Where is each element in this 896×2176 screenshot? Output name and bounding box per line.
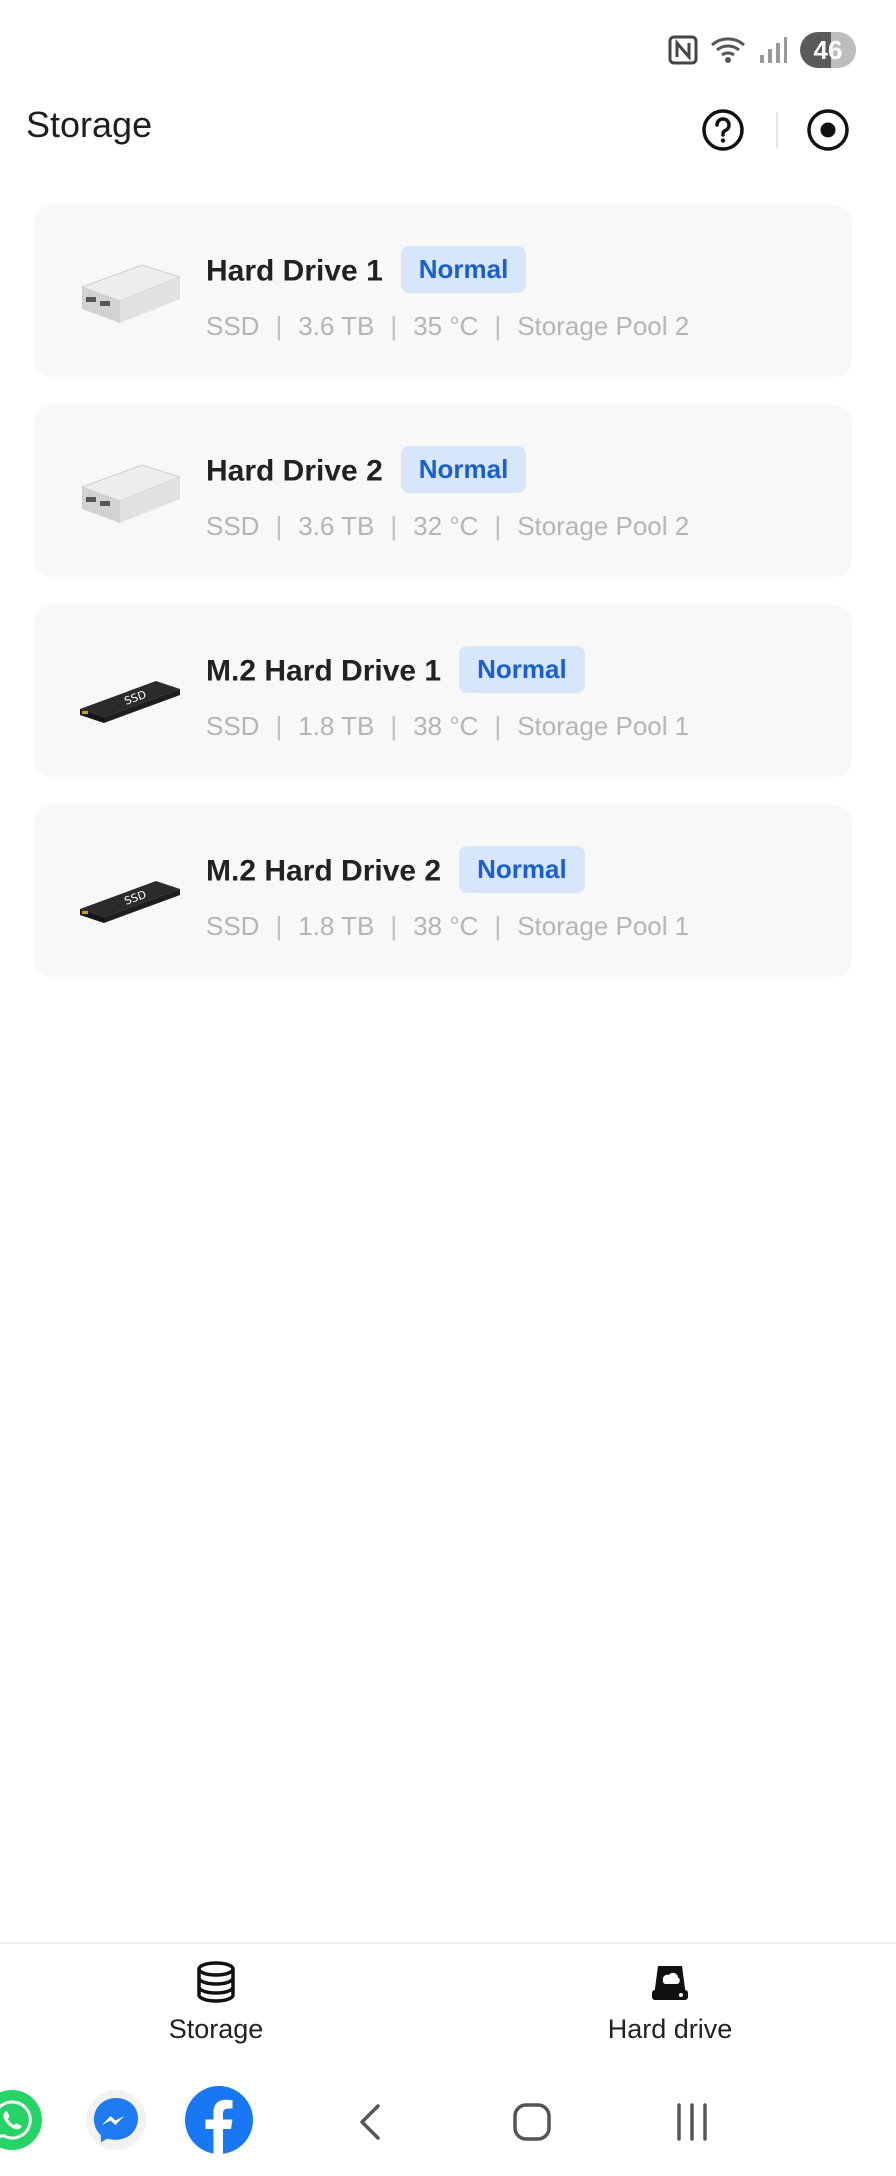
drive-card-hard-drive-2[interactable]: Hard Drive 2 Normal SSD | 3.6 TB | 32 °C | Stor… [34, 405, 852, 577]
sata-drive-image [80, 464, 182, 523]
drive-name: M.2 Hard Drive 1 Normal [206, 646, 585, 696]
m2-drive-image: SSD [80, 881, 180, 923]
separator: | [390, 911, 398, 941]
nav-label-hard-drive: Hard drive [607, 2014, 733, 2044]
separator: | [390, 511, 398, 541]
database-icon [197, 1961, 235, 2003]
drive-name: Hard Drive 2 Normal [206, 446, 527, 496]
bottom-nav: Storage Hard drive [0, 1942, 896, 2062]
drive-capacity: 1.8 TB [298, 911, 375, 941]
recents-button[interactable] [662, 2092, 722, 2152]
drive-name: Hard Drive 1 Normal [206, 246, 527, 296]
status-bar: 46 [0, 0, 896, 100]
battery-icon: 46 [800, 32, 856, 68]
separator: | [494, 911, 502, 941]
drive-list: Hard Drive 1 Normal SSD | 3.6 TB | 35 °C | Stor… [34, 205, 852, 1005]
header-divider [776, 112, 778, 148]
nfc-icon [668, 35, 698, 65]
page-title: Storage [26, 104, 153, 145]
app-header: Storage [0, 100, 896, 160]
drive-type: SSD [206, 511, 260, 541]
hard-drive-icon [652, 1966, 688, 2000]
status-icons: 46 [668, 32, 856, 68]
drive-card-m2-hard-drive-1[interactable]: SSD M.2 Hard Drive 1 Normal SSD | 1.8 TB | 38… [34, 605, 852, 777]
drive-meta: SSD | 1.8 TB | 38 °C | Storage Pool 1 [206, 911, 689, 942]
drive-pool: Storage Pool 2 [517, 311, 690, 341]
drive-name-text: M.2 Hard Drive 2 [206, 854, 442, 888]
status-badge: Normal [400, 446, 527, 493]
help-button[interactable] [693, 100, 753, 160]
drive-pool: Storage Pool 2 [517, 511, 690, 541]
status-badge: Normal [459, 846, 585, 893]
messenger-icon[interactable] [84, 2088, 148, 2157]
drive-name-text: M.2 Hard Drive 1 [206, 654, 442, 688]
status-badge: Normal [400, 246, 527, 293]
separator: | [390, 311, 398, 341]
separator: | [494, 511, 502, 541]
drive-temperature: 38 °C [413, 911, 479, 941]
drive-name-text: Hard Drive 2 [206, 454, 383, 488]
back-icon [360, 2104, 380, 2140]
drive-meta: SSD | 1.8 TB | 38 °C | Storage Pool 1 [206, 711, 689, 742]
drive-temperature: 35 °C [413, 311, 479, 341]
drive-pool: Storage Pool 1 [517, 711, 690, 741]
drive-type: SSD [206, 711, 260, 741]
drive-meta: SSD | 3.6 TB | 32 °C | Storage Pool 2 [206, 511, 689, 542]
separator: | [275, 911, 283, 941]
facebook-icon[interactable] [183, 2084, 255, 2161]
home-icon [513, 2103, 551, 2141]
separator: | [275, 311, 283, 341]
drive-meta: SSD | 3.6 TB | 35 °C | Storage Pool 2 [206, 311, 689, 342]
drive-capacity: 1.8 TB [298, 711, 375, 741]
drive-capacity: 3.6 TB [298, 511, 375, 541]
m2-drive-image: SSD [80, 681, 180, 723]
nav-tab-storage[interactable]: Storage [106, 1960, 326, 2045]
whatsapp-icon[interactable] [0, 2088, 44, 2157]
separator: | [390, 711, 398, 741]
drive-card-hard-drive-1[interactable]: Hard Drive 1 Normal SSD | 3.6 TB | 35 °C | Stor… [34, 205, 852, 377]
back-button[interactable] [342, 2092, 402, 2152]
recents-icon [677, 2103, 707, 2141]
drive-card-m2-hard-drive-2[interactable]: SSD M.2 Hard Drive 2 Normal SSD | 1.8 TB | 38… [34, 805, 852, 977]
wifi-icon [710, 35, 746, 65]
sata-drive-image [80, 264, 182, 323]
record-icon [807, 109, 849, 151]
drive-temperature: 38 °C [413, 711, 479, 741]
drive-pool: Storage Pool 1 [517, 911, 690, 941]
drive-name-text: Hard Drive 1 [206, 254, 383, 288]
nav-tab-hard-drive[interactable]: Hard drive [560, 1960, 780, 2045]
separator: | [275, 511, 283, 541]
drive-name: M.2 Hard Drive 2 Normal [206, 846, 585, 896]
drive-capacity: 3.6 TB [298, 311, 375, 341]
separator: | [494, 711, 502, 741]
separator: | [275, 711, 283, 741]
signal-icon [758, 35, 788, 65]
system-nav-bar [0, 2062, 896, 2176]
help-circle-icon [702, 109, 744, 151]
drive-type: SSD [206, 311, 260, 341]
record-button[interactable] [798, 100, 858, 160]
home-button[interactable] [502, 2092, 562, 2152]
status-badge: Normal [459, 646, 585, 693]
drive-temperature: 32 °C [413, 511, 479, 541]
nav-label-storage: Storage [168, 2014, 264, 2044]
drive-type: SSD [206, 911, 260, 941]
separator: | [494, 311, 502, 341]
